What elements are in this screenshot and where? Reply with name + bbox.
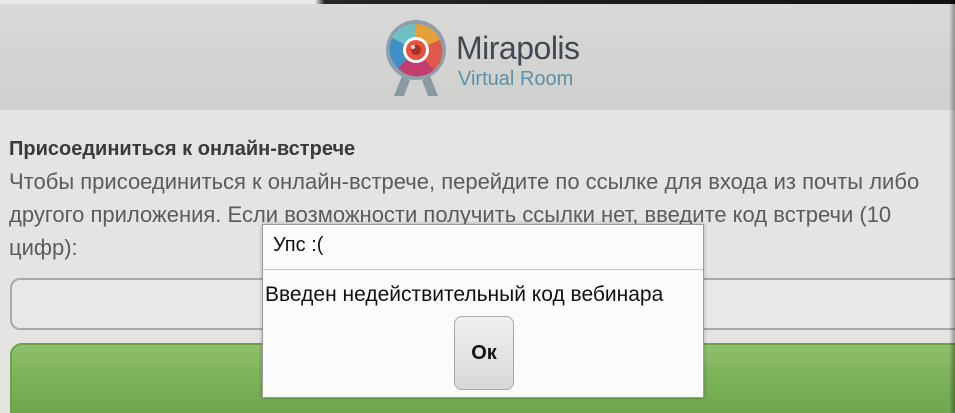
header: Mirapolis Virtual Room bbox=[0, 4, 955, 111]
page-title: Присоединиться к онлайн-встрече bbox=[9, 138, 356, 160]
logo-subtitle-part1: Virtual bbox=[458, 68, 520, 90]
ok-button[interactable]: Ок bbox=[454, 316, 514, 390]
logo-subtitle: Virtual Room bbox=[458, 68, 573, 91]
error-dialog: Упс :( Введен недействительный код вебин… bbox=[262, 224, 704, 398]
dialog-title: Упс :( bbox=[273, 234, 324, 256]
screen: Mirapolis Virtual Room Присоединиться к … bbox=[0, 0, 955, 413]
edge-shadow bbox=[949, 0, 955, 413]
logo-title: Mirapolis bbox=[456, 30, 580, 66]
logo-subtitle-part2: Room bbox=[519, 68, 574, 90]
mirapolis-camera-logo-icon bbox=[386, 20, 446, 96]
dialog-divider bbox=[263, 269, 703, 270]
app-logo: Mirapolis Virtual Room bbox=[384, 18, 584, 98]
dialog-message: Введен недействительный код вебинара bbox=[265, 283, 664, 306]
